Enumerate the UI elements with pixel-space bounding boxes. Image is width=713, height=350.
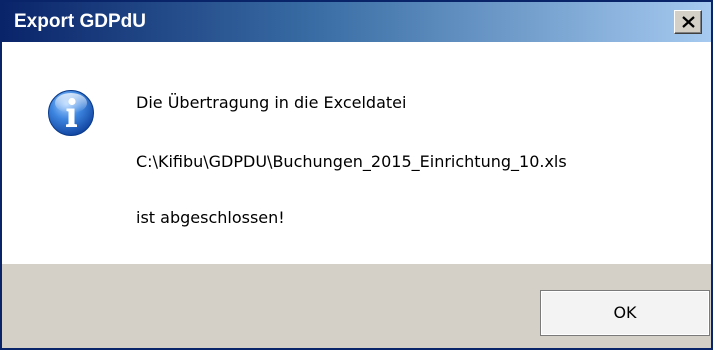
close-button[interactable]	[674, 10, 702, 34]
export-dialog: Export GDPdU Die Übertragung in die Exce…	[0, 0, 713, 350]
message-line-1: Die Übertragung in die Exceldatei	[136, 93, 407, 112]
info-icon	[48, 90, 94, 136]
button-bar: OK	[2, 264, 711, 348]
ok-button[interactable]: OK	[540, 290, 710, 336]
window-title: Export GDPdU	[14, 11, 146, 32]
message-line-3: ist abgeschlossen!	[136, 208, 285, 227]
close-x-icon	[682, 16, 695, 28]
title-bar[interactable]: Export GDPdU	[2, 2, 711, 42]
message-file-path: C:\Kifibu\GDPDU\Buchungen_2015_Einrichtu…	[136, 152, 567, 171]
message-area: Die Übertragung in die Exceldatei C:\Kif…	[2, 42, 711, 264]
